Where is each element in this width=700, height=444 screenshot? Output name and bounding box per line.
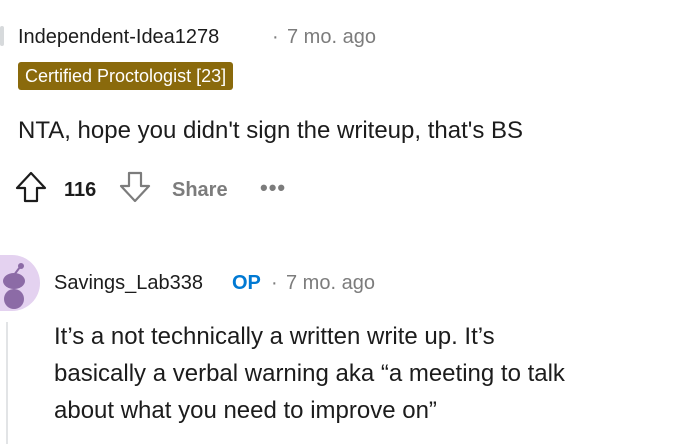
user-flair: Certified Proctologist [23] (18, 62, 234, 90)
comment-timestamp[interactable]: 7 mo. ago (287, 26, 376, 49)
share-button[interactable]: Share (172, 179, 228, 202)
comment-author[interactable]: Savings_Lab338 (54, 272, 203, 295)
comment-body-line: It’s a not technically a written write u… (54, 323, 495, 350)
op-badge: OP (232, 272, 261, 294)
comment-body-line: basically a verbal warning aka “a meetin… (54, 360, 565, 387)
comment-body-line: about what you need to improve on” (54, 397, 437, 424)
more-options-button[interactable]: ••• (260, 175, 286, 201)
downvote-icon[interactable] (118, 170, 152, 204)
comment-author[interactable]: Independent-Idea1278 (18, 26, 219, 49)
meta-separator: · (272, 26, 279, 48)
snoo-avatar-icon[interactable] (0, 255, 40, 311)
vote-score: 116 (64, 179, 97, 201)
comment-timestamp[interactable]: 7 mo. ago (286, 272, 375, 295)
comment-body: It’s a not technically a written write u… (54, 318, 565, 429)
upvote-icon[interactable] (14, 170, 48, 204)
thread-line[interactable] (0, 26, 4, 46)
meta-separator: · (271, 272, 278, 294)
thread-line[interactable] (6, 322, 8, 444)
comment-body: NTA, hope you didn't sign the writeup, t… (18, 117, 523, 144)
